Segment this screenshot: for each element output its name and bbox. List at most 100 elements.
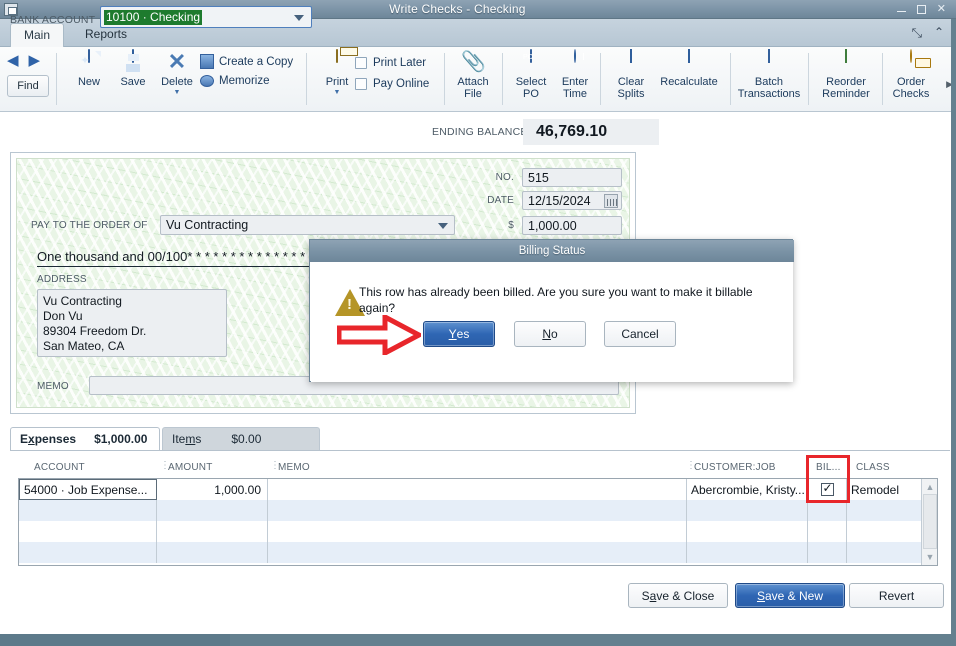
billable-checkbox-icon[interactable]	[820, 481, 834, 496]
table-row[interactable]	[19, 542, 922, 563]
cell-class[interactable]	[847, 500, 922, 521]
cell-account[interactable]: 54000 · Job Expense...	[19, 479, 157, 500]
bank-account-value: 10100 · Checking	[104, 10, 203, 25]
print-later-checkbox[interactable]: Print Later	[355, 57, 429, 69]
calculator-icon	[677, 49, 701, 75]
stopwatch-icon	[563, 49, 587, 75]
printer-icon	[325, 49, 349, 75]
cell-billable[interactable]	[808, 521, 847, 542]
cell-memo[interactable]	[268, 500, 687, 521]
tab-items-amount: $0.00	[231, 432, 262, 446]
close-icon[interactable]: ✕	[937, 3, 946, 15]
check-no-input[interactable]: 515	[522, 168, 622, 187]
calendar-icon[interactable]	[604, 194, 618, 208]
expand-ribbon-icon[interactable]: ⤡	[912, 25, 922, 41]
tab-main[interactable]: Main	[10, 23, 65, 47]
scrollbar-thumb[interactable]	[923, 494, 937, 549]
tab-expenses-label: Expenses	[20, 432, 77, 446]
column-header-customer[interactable]: CUSTOMER:JOB	[686, 460, 776, 473]
cell-account[interactable]	[19, 500, 157, 521]
column-header-memo[interactable]: MEMO	[270, 460, 310, 473]
maximize-icon[interactable]	[916, 4, 926, 14]
cell-customer[interactable]: Abercrombie, Kristy...	[687, 479, 808, 500]
memo-label: MEMO	[37, 381, 69, 392]
cell-billable[interactable]	[808, 542, 847, 563]
attach-file-button[interactable]: 📎 Attach File	[446, 51, 500, 100]
table-row[interactable]	[19, 500, 922, 521]
cell-class[interactable]	[847, 542, 922, 563]
delete-button[interactable]: ✕ Delete ▼	[150, 51, 204, 96]
delete-x-icon: ✕	[167, 49, 187, 74]
chevron-down-icon[interactable]	[438, 223, 448, 229]
delete-dropdown-caret-icon[interactable]: ▼	[174, 89, 181, 96]
batch-transactions-icon	[757, 49, 781, 75]
address-textarea[interactable]: Vu Contracting Don Vu 89304 Freedom Dr. …	[37, 289, 227, 357]
column-header-class[interactable]: CLASS	[856, 462, 890, 473]
cell-amount[interactable]	[157, 500, 268, 521]
billing-status-dialog: Billing Status ! This row has already be…	[309, 239, 794, 382]
order-checks-button[interactable]: Order Checks	[884, 49, 938, 100]
minimize-icon[interactable]	[896, 4, 906, 14]
checkbox-icon	[355, 78, 367, 90]
ending-balance-label: ENDING BALANCE	[432, 126, 528, 138]
next-icon[interactable]: ▶	[29, 53, 41, 68]
tab-expenses[interactable]: Expenses $1,000.00	[10, 427, 160, 450]
dialog-yes-button[interactable]: Yes	[423, 321, 495, 347]
cell-customer[interactable]	[687, 521, 808, 542]
red-arrow-annotation	[337, 315, 421, 355]
dialog-no-button[interactable]: No	[514, 321, 586, 347]
reorder-reminder-button[interactable]: Reorder Reminder	[812, 49, 880, 100]
column-header-amount[interactable]: AMOUNT	[160, 460, 213, 473]
payee-select[interactable]: Vu Contracting	[160, 215, 455, 235]
print-dropdown-caret-icon[interactable]: ▼	[334, 89, 341, 96]
cell-memo[interactable]	[268, 479, 687, 500]
cell-amount[interactable]: 1,000.00	[157, 479, 268, 500]
cell-account[interactable]	[19, 521, 157, 542]
enter-time-button[interactable]: Enter Time	[548, 49, 602, 100]
pay-online-checkbox[interactable]: Pay Online	[355, 78, 429, 90]
purchase-order-icon	[519, 49, 543, 75]
cell-customer[interactable]	[687, 500, 808, 521]
recalculate-button[interactable]: Recalculate	[652, 49, 726, 89]
write-checks-window: Write Checks - Checking ✕ Main Reports ⤡…	[0, 0, 956, 646]
clear-splits-button[interactable]: Clear Splits	[604, 49, 658, 100]
memorize-icon	[200, 75, 214, 87]
cell-amount[interactable]	[157, 521, 268, 542]
cell-billable[interactable]	[808, 500, 847, 521]
tab-items[interactable]: Items $0.00	[162, 427, 320, 450]
bank-account-select[interactable]: 10100 · Checking	[100, 6, 312, 28]
save-and-close-button[interactable]: Sa ve & Close	[628, 583, 728, 608]
grid-scrollbar[interactable]: ▲ ▼	[921, 479, 937, 565]
revert-button[interactable]: Revert	[849, 583, 944, 608]
collapse-ribbon-icon[interactable]: ⌃	[934, 25, 944, 39]
checkbox-icon	[355, 57, 367, 69]
check-dollar-label: $	[508, 220, 514, 231]
table-row[interactable]	[19, 521, 922, 542]
cell-memo[interactable]	[268, 521, 687, 542]
table-row[interactable]: 54000 · Job Expense... 1,000.00 Abercrom…	[19, 479, 922, 500]
save-and-new-button[interactable]: Save & New	[735, 583, 845, 608]
batch-transactions-button[interactable]: Batch Transactions	[734, 49, 804, 100]
main-toolbar: ◀ ▶ Find ✦ New Save ✕ Delete ▼ Create a …	[0, 47, 956, 112]
cell-account[interactable]	[19, 542, 157, 563]
cell-memo[interactable]	[268, 542, 687, 563]
column-header-billable[interactable]: BIL...	[816, 462, 841, 473]
cell-amount[interactable]	[157, 542, 268, 563]
create-a-copy-button[interactable]: Create a Copy	[200, 54, 293, 69]
cell-customer[interactable]	[687, 542, 808, 563]
grid-header: ACCOUNT AMOUNT MEMO CUSTOMER:JOB BIL... …	[18, 459, 940, 476]
column-header-account[interactable]: ACCOUNT	[34, 462, 85, 473]
check-date-input[interactable]: 12/15/2024	[522, 191, 622, 210]
chevron-down-icon[interactable]	[294, 15, 304, 21]
cell-billable[interactable]	[808, 479, 847, 500]
cell-class[interactable]	[847, 521, 922, 542]
dialog-cancel-button[interactable]: Cancel	[604, 321, 676, 347]
memorize-button[interactable]: Memorize	[200, 75, 293, 87]
previous-icon[interactable]: ◀	[7, 53, 19, 68]
cell-class[interactable]: Remodel	[847, 479, 922, 500]
find-button[interactable]: Find	[7, 75, 49, 97]
status-bar-segment	[0, 634, 230, 646]
check-amount-input[interactable]: 1,000.00	[522, 216, 622, 235]
scroll-down-icon[interactable]: ▼	[924, 551, 936, 563]
scroll-up-icon[interactable]: ▲	[924, 481, 936, 493]
